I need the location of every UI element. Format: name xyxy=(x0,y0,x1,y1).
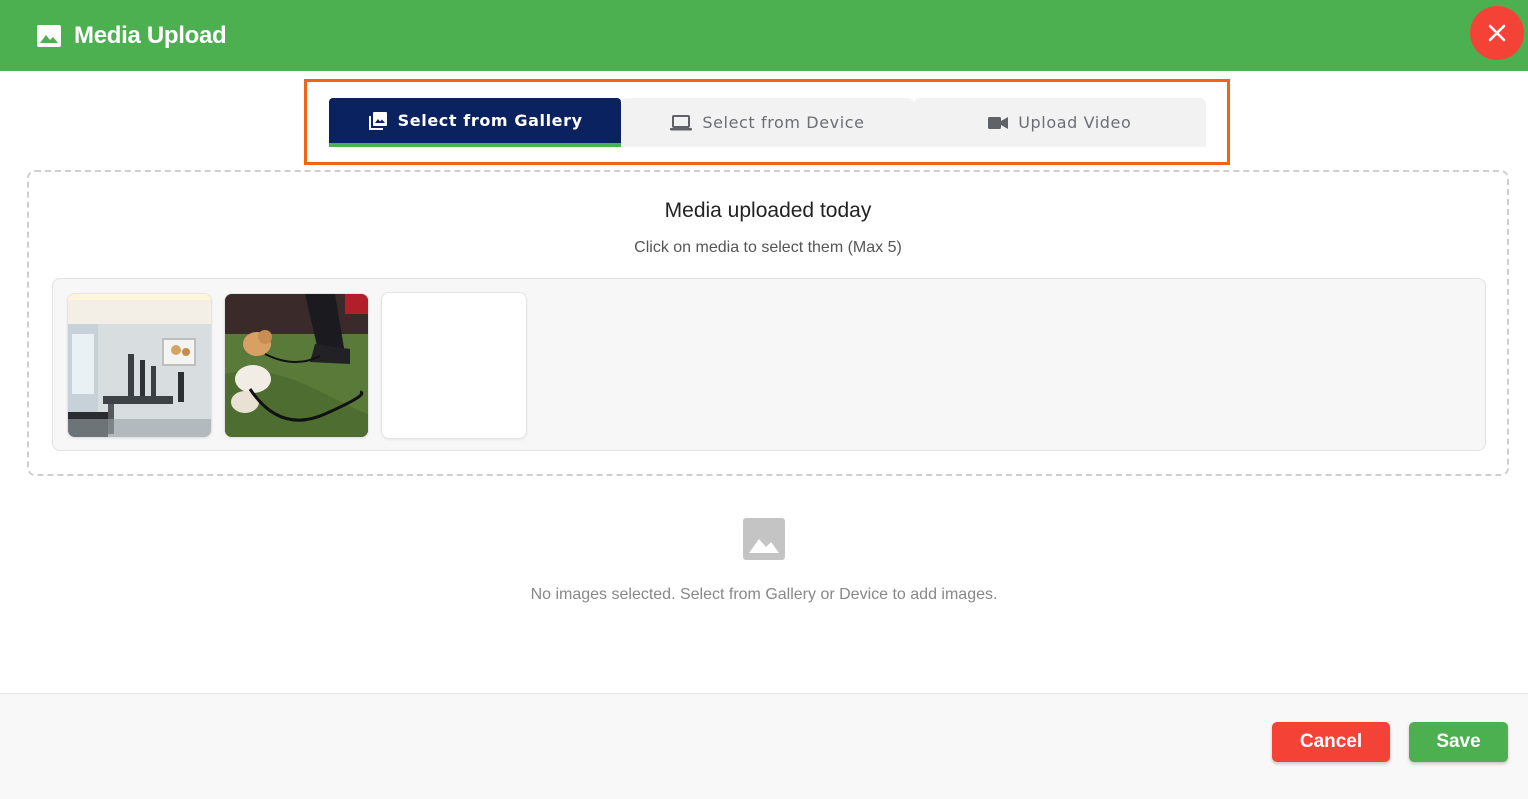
tab-upload-video[interactable]: Upload Video xyxy=(913,98,1206,147)
tab-select-from-device[interactable]: Select from Device xyxy=(621,98,914,147)
photo-library-icon xyxy=(368,111,388,131)
media-strip xyxy=(52,278,1486,451)
image-placeholder-icon xyxy=(742,517,786,566)
media-thumbnail-grooming-room[interactable] xyxy=(68,294,211,437)
media-thumbnail-blank[interactable] xyxy=(382,293,526,438)
laptop-icon xyxy=(670,114,693,132)
tab-select-from-gallery[interactable]: Select from Gallery xyxy=(329,98,622,147)
dialog-footer: Cancel Save xyxy=(0,693,1528,799)
gallery-subtitle: Click on media to select them (Max 5) xyxy=(634,239,902,256)
tab-label: Select from Device xyxy=(702,113,865,132)
image-icon xyxy=(36,23,62,49)
empty-state: No images selected. Select from Gallery … xyxy=(0,517,1528,603)
dialog-title: Media Upload xyxy=(74,21,227,49)
upload-source-tabs: Select from Gallery Select from Device U… xyxy=(329,98,1206,147)
tab-label: Select from Gallery xyxy=(397,111,583,130)
cancel-button[interactable]: Cancel xyxy=(1272,722,1390,762)
media-upload-dialog: Media Upload Select from Gallery Select … xyxy=(0,0,1528,799)
empty-state-text: No images selected. Select from Gallery … xyxy=(530,586,998,603)
save-button[interactable]: Save xyxy=(1409,722,1508,762)
videocam-icon xyxy=(988,116,1009,130)
gallery-title: Media uploaded today xyxy=(664,199,872,222)
gallery-panel: Media uploaded today Click on media to s… xyxy=(27,170,1509,476)
close-button[interactable] xyxy=(1470,6,1524,60)
dialog-header: Media Upload xyxy=(0,0,1528,71)
close-icon xyxy=(1488,24,1506,42)
tab-label: Upload Video xyxy=(1018,113,1132,132)
media-thumbnail-dogs-on-turf[interactable] xyxy=(225,294,368,437)
